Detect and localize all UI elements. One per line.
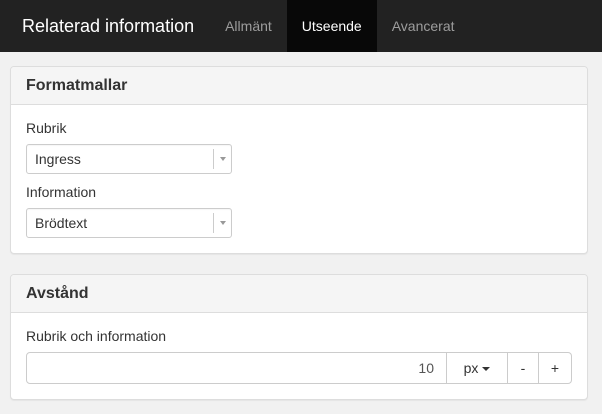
decrement-button[interactable]: - bbox=[508, 352, 539, 384]
panel-body-avstand: Rubrik och information px - + bbox=[11, 313, 587, 399]
chevron-down-icon bbox=[214, 221, 231, 225]
form-group-information: Information Brödtext bbox=[26, 184, 572, 238]
spacing-label: Rubrik och information bbox=[26, 328, 167, 344]
rubrik-select-value: Ingress bbox=[35, 151, 81, 167]
information-select[interactable]: Brödtext bbox=[26, 208, 232, 238]
top-navbar: Relaterad information Allmänt Utseende A… bbox=[0, 0, 602, 52]
main-content: Formatmallar Rubrik Ingress Information … bbox=[0, 52, 602, 400]
unit-dropdown-button[interactable]: px bbox=[447, 352, 508, 384]
rubrik-select[interactable]: Ingress bbox=[26, 144, 232, 174]
information-label: Information bbox=[26, 184, 97, 200]
tab-avancerat[interactable]: Avancerat bbox=[377, 0, 470, 52]
spacing-input[interactable] bbox=[26, 352, 447, 384]
spacing-input-group: px - + bbox=[26, 352, 572, 384]
panel-formatmallar: Formatmallar Rubrik Ingress Information … bbox=[10, 66, 588, 254]
chevron-down-icon bbox=[214, 157, 231, 161]
panel-avstand: Avstånd Rubrik och information px - + bbox=[10, 274, 588, 400]
tab-utseende[interactable]: Utseende bbox=[286, 0, 377, 52]
panel-body-formatmallar: Rubrik Ingress Information Brödtext bbox=[11, 105, 587, 253]
form-group-rubrik: Rubrik Ingress bbox=[26, 120, 572, 174]
panel-heading-avstand: Avstånd bbox=[11, 275, 587, 313]
panel-heading-formatmallar: Formatmallar bbox=[11, 67, 587, 105]
form-group-spacing: Rubrik och information px - + bbox=[26, 328, 572, 384]
increment-button[interactable]: + bbox=[539, 352, 572, 384]
information-select-value: Brödtext bbox=[35, 215, 88, 231]
tab-allmant[interactable]: Allmänt bbox=[210, 0, 287, 52]
unit-label: px bbox=[463, 360, 479, 376]
caret-down-icon bbox=[482, 366, 491, 371]
rubrik-label: Rubrik bbox=[26, 120, 67, 136]
navbar-brand: Relaterad information bbox=[22, 15, 195, 36]
